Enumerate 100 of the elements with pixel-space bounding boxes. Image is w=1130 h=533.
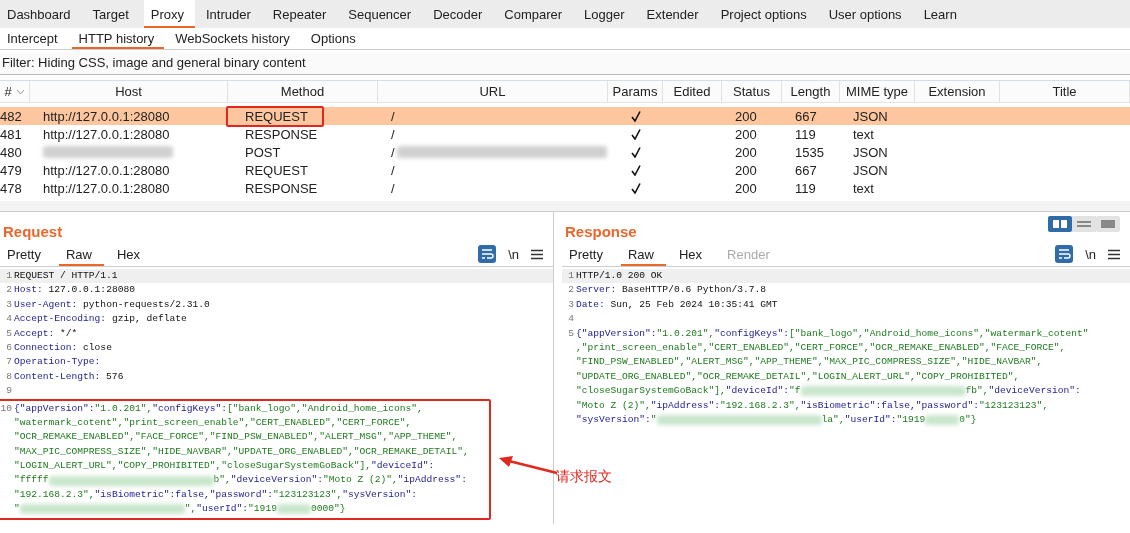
- host-cell: http://127.0.0.1:28080: [43, 180, 170, 196]
- column-header[interactable]: Edited: [663, 81, 722, 102]
- code-text: "fffff: [14, 473, 49, 488]
- code-text: {"appVersion":: [14, 401, 95, 416]
- code-text: "UPDATE_ORG_ENABLED","OCR_REMAKE_DETAIL","LOGIN_ALERT_URL","COPY_PROHIBITED",: [576, 369, 1020, 384]
- menu-icon[interactable]: [1108, 248, 1120, 260]
- code-text: "ipAddress":: [397, 473, 467, 488]
- layout-icon: [1048, 216, 1120, 232]
- view-tab[interactable]: Pretty: [562, 242, 615, 266]
- host-cell: http://127.0.0.1:28080: [43, 162, 170, 178]
- code-text: "deviceVersion":: [230, 473, 323, 488]
- code-text: "Moto Z (2)",: [322, 473, 398, 488]
- length-cell: 667: [795, 162, 817, 178]
- sub-tab[interactable]: HTTP history: [71, 28, 165, 49]
- mime-cell: text: [853, 126, 874, 142]
- status-cell: 200: [735, 144, 757, 160]
- word-wrap-icon[interactable]: [1055, 245, 1074, 263]
- line-number: 6: [5, 340, 13, 355]
- word-wrap-icon[interactable]: [478, 245, 497, 263]
- code-text: ,"print_screen_enable","CERT_ENABLED","CERT_FORCE","OCR_REMAKE_ENABLED","FACE_FORCE",: [576, 340, 1066, 355]
- main-tab[interactable]: Sequencer: [341, 0, 423, 28]
- code-text: "192.168.2.3",: [719, 398, 801, 413]
- column-header[interactable]: URL: [378, 81, 608, 102]
- main-tab[interactable]: Target: [85, 0, 140, 28]
- code-text: fb",: [965, 384, 989, 399]
- column-header[interactable]: #: [0, 81, 30, 102]
- history-row[interactable]: 478 http://127.0.0.1:28080 RESPONSE / 200 119 text: [0, 179, 1130, 197]
- main-tab[interactable]: Repeater: [265, 0, 338, 28]
- code-text: "123123123",: [979, 398, 1049, 413]
- main-tab[interactable]: User options: [821, 0, 913, 28]
- view-tab[interactable]: Raw: [620, 242, 666, 266]
- sub-tab[interactable]: WebSockets history: [168, 28, 300, 49]
- main-tab[interactable]: Dashboard: [0, 0, 82, 28]
- blurred-text: [925, 415, 960, 426]
- column-header[interactable]: Params: [608, 81, 663, 102]
- history-row[interactable]: 481 http://127.0.0.1:28080 RESPONSE / 200 119 text: [0, 125, 1130, 143]
- line-number: 1: [5, 269, 13, 283]
- view-tab[interactable]: Pretty: [0, 242, 53, 266]
- main-tab[interactable]: Decoder: [426, 0, 494, 28]
- code-text: "1919: [896, 412, 926, 427]
- line-number: 10: [0, 401, 13, 416]
- line-number: 1: [567, 269, 575, 283]
- sub-tab[interactable]: Options: [303, 28, 366, 49]
- code-text: 576: [105, 369, 124, 384]
- menu-icon[interactable]: [531, 248, 543, 260]
- column-header[interactable]: Host: [30, 81, 228, 102]
- code-text: "isBiometric":false,: [800, 398, 916, 413]
- filter-bar[interactable]: Filter: Hiding CSS, image and general binary content: [0, 52, 1130, 75]
- code-text: User-Agent:: [14, 297, 78, 312]
- code-text: "deviceId":: [725, 384, 790, 399]
- code-text: "watermark_cotent","print_screen_enable","CERT_ENABLED","CERT_FORCE",: [14, 415, 412, 430]
- mime-cell: JSON: [853, 108, 888, 124]
- history-row[interactable]: 480 POST / 200 1535 JSON: [0, 143, 1130, 161]
- newline-toggle[interactable]: \n: [1085, 246, 1096, 262]
- column-header[interactable]: MIME type: [840, 81, 915, 102]
- main-tab[interactable]: Learn: [916, 0, 968, 28]
- code-text: "192.168.2.3",: [14, 487, 95, 502]
- line-number: 2: [567, 283, 575, 298]
- line-number: 7: [5, 355, 13, 370]
- url-cell: /: [391, 108, 395, 124]
- sub-tab[interactable]: Intercept: [0, 28, 68, 49]
- code-text: "1919: [248, 502, 277, 517]
- main-tab[interactable]: Proxy: [143, 0, 195, 28]
- line-number: 9: [5, 384, 13, 399]
- main-tab[interactable]: Comparer: [497, 0, 574, 28]
- view-tab[interactable]: Hex: [110, 242, 153, 266]
- code-text: "configKeys":: [152, 401, 228, 416]
- column-header[interactable]: Method: [228, 81, 378, 102]
- mime-cell: JSON: [853, 162, 888, 178]
- code-text: Operation-Type:: [14, 355, 101, 370]
- host-cell: http://127.0.0.1:28080: [43, 126, 170, 142]
- view-tab[interactable]: Hex: [672, 242, 715, 266]
- row-number: 481: [0, 126, 22, 142]
- main-tab[interactable]: Extender: [639, 0, 710, 28]
- layout-toggle[interactable]: [1048, 216, 1120, 232]
- code-text: "OCR_REMAKE_ENABLED","FACE_FORCE","FIND_PSW_ENABLED","ALERT_MSG","APP_THEME",: [14, 430, 458, 445]
- url-cell: /: [391, 162, 395, 178]
- code-text: ",: [184, 502, 197, 517]
- main-tab[interactable]: Project options: [713, 0, 818, 28]
- column-header[interactable]: Status: [722, 81, 782, 102]
- length-cell: 1535: [795, 144, 824, 160]
- view-tab[interactable]: Raw: [58, 242, 104, 266]
- code-text: Server:: [576, 283, 617, 298]
- history-row[interactable]: 479 http://127.0.0.1:28080 REQUEST / 200 667 JSON: [0, 161, 1130, 179]
- newline-toggle[interactable]: \n: [508, 246, 519, 262]
- column-header[interactable]: Title: [1000, 81, 1130, 102]
- row-number: 478: [0, 180, 22, 196]
- line-number: 3: [567, 297, 575, 312]
- code-text: "password":: [915, 398, 980, 413]
- column-header[interactable]: Length: [782, 81, 840, 102]
- code-text: 127.0.0.1:28080: [47, 283, 135, 298]
- main-tab[interactable]: Intruder: [199, 0, 262, 28]
- code-text: ["bank_logo","Android_home_icons","watermark_cotent": [789, 326, 1089, 341]
- code-text: Date:: [576, 297, 605, 312]
- column-header[interactable]: Extension: [915, 81, 1000, 102]
- code-text: "MAX_PIC_COMPRESS_SIZE","HIDE_NAVBAR","UPDATE_ORG_ENABLED","OCR_REMAKE_DETAIL",: [14, 444, 469, 459]
- main-tab[interactable]: Logger: [577, 0, 636, 28]
- code-text: Connection:: [14, 340, 78, 355]
- history-row[interactable]: 482 http://127.0.0.1:28080 REQUEST / 200 667 JSON: [0, 107, 1130, 125]
- code-text: "FIND_PSW_ENABLED","ALERT_MSG","APP_THEME","MAX_PIC_COMPRESS_SIZE","HIDE_NAVBAR",: [576, 355, 1043, 370]
